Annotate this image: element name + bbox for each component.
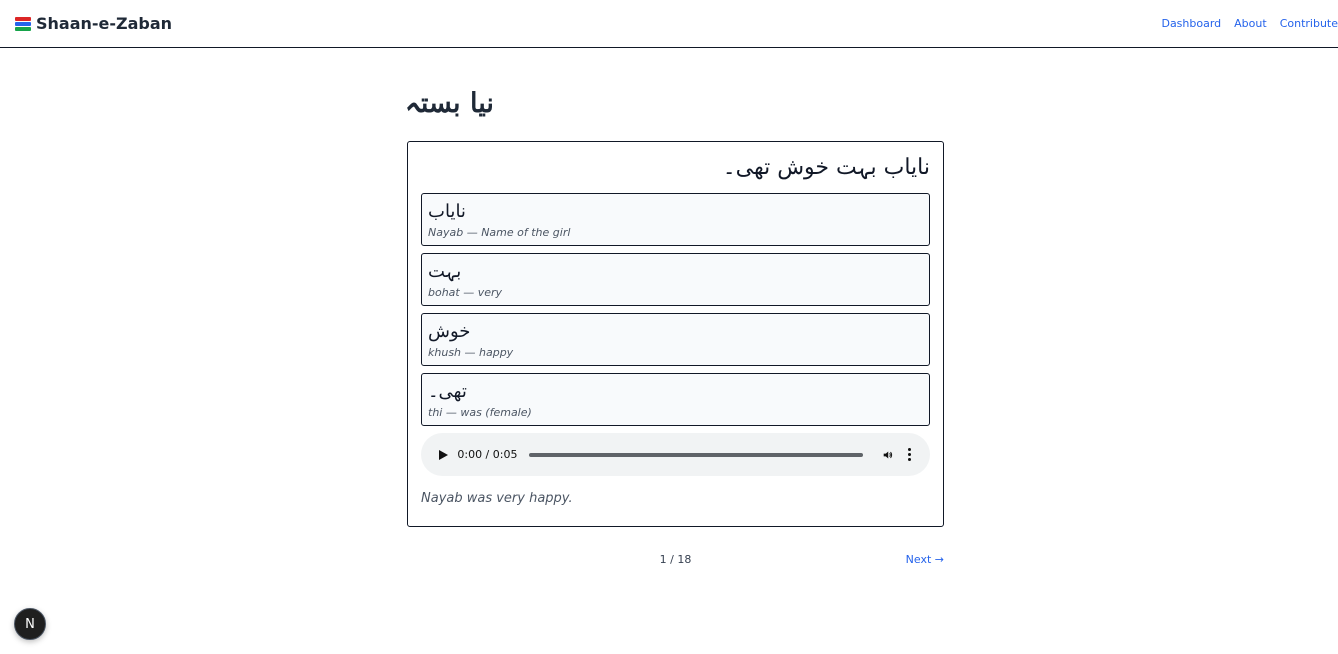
word-urdu: تھی۔ xyxy=(428,381,467,402)
word-card-khush[interactable]: خوش khush — happy xyxy=(421,313,930,366)
play-icon[interactable] xyxy=(437,449,449,461)
word-card-thi[interactable]: تھی۔ thi — was (female) xyxy=(421,373,930,426)
sentence-translation: Nayab was very happy. xyxy=(421,491,573,506)
nav-links: Dashboard About Contribute xyxy=(1161,17,1338,30)
nav-link-contribute[interactable]: Contribute xyxy=(1280,17,1338,30)
word-gloss: thi — was (female) xyxy=(428,406,532,419)
word-card-bohat[interactable]: بہت bohat — very xyxy=(421,253,930,306)
audio-player: 0:00 / 0:05 xyxy=(421,433,930,476)
next-button[interactable]: Next → xyxy=(906,553,944,566)
word-gloss: khush — happy xyxy=(428,346,514,359)
nav-link-about[interactable]: About xyxy=(1234,17,1267,30)
word-card-nayab[interactable]: نایاب Nayab — Name of the girl xyxy=(421,193,930,246)
audio-progress-bar[interactable] xyxy=(529,452,864,457)
word-urdu: خوش xyxy=(428,321,471,342)
dev-badge-label: N xyxy=(25,616,35,632)
word-urdu: بہت xyxy=(428,261,462,282)
dev-tools-badge[interactable]: N xyxy=(14,608,46,640)
books-icon xyxy=(14,16,32,32)
lesson-title: نیا بستہ xyxy=(405,88,494,119)
more-options-icon[interactable] xyxy=(904,448,914,462)
urdu-sentence: نایاب بہت خوش تھی۔ xyxy=(722,155,930,180)
top-navbar: Shaan-e-Zaban Dashboard About Contribute xyxy=(0,0,1338,48)
word-gloss: bohat — very xyxy=(428,286,503,299)
word-urdu: نایاب xyxy=(428,201,466,222)
brand[interactable]: Shaan-e-Zaban xyxy=(14,14,172,33)
brand-name: Shaan-e-Zaban xyxy=(36,14,173,33)
pagination: 1 / 18 Next → xyxy=(407,553,944,569)
lesson-card: نایاب بہت خوش تھی۔ نایاب Nayab — Name of… xyxy=(407,141,944,527)
word-gloss: Nayab — Name of the girl xyxy=(428,226,571,239)
page-count: 1 / 18 xyxy=(659,553,692,566)
audio-time: 0:00 / 0:05 xyxy=(457,448,518,461)
volume-icon[interactable] xyxy=(883,448,893,462)
nav-link-dashboard[interactable]: Dashboard xyxy=(1161,17,1221,30)
